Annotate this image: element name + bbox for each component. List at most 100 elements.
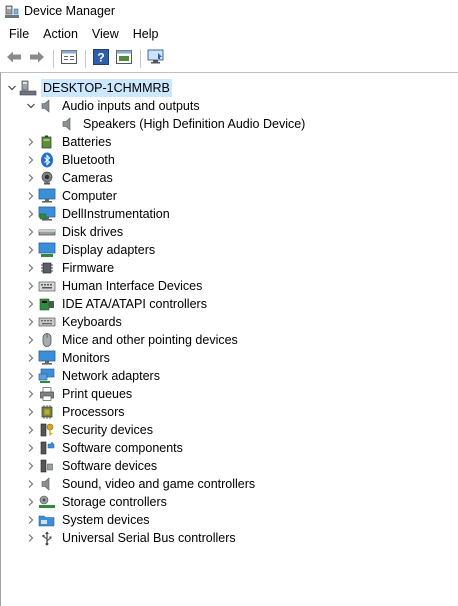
network-adapter-icon: [38, 367, 56, 385]
chevron-right-icon[interactable]: [24, 421, 38, 439]
tree-item-label: Speakers (High Definition Audio Device): [83, 117, 306, 131]
monitor-icon: [38, 187, 56, 205]
tree-item-software-devices[interactable]: Software devices: [24, 457, 159, 475]
tree-item-sound-video-game[interactable]: Sound, video and game controllers: [24, 475, 257, 493]
tree-item-label: Processors: [62, 405, 125, 419]
chevron-right-icon[interactable]: [24, 169, 38, 187]
tree-item-computer[interactable]: Computer: [24, 187, 119, 205]
tree-item-label: Software components: [62, 441, 183, 455]
toolbar-separator: [53, 49, 54, 68]
chevron-down-icon[interactable]: [5, 79, 19, 97]
tree-item-display-adapters[interactable]: Display adapters: [24, 241, 157, 259]
keyboard-icon: [38, 313, 56, 331]
tree-item-label: Audio inputs and outputs: [62, 99, 200, 113]
update-driver-button[interactable]: [113, 48, 135, 70]
scan-hardware-button[interactable]: [145, 48, 167, 70]
chevron-right-icon[interactable]: [24, 457, 38, 475]
properties-sheet-icon: [61, 50, 77, 67]
chevron-right-icon[interactable]: [24, 241, 38, 259]
back-button[interactable]: [3, 48, 25, 70]
tree-root[interactable]: DESKTOP-1CHMMRB: [5, 79, 172, 97]
chevron-right-icon[interactable]: [24, 151, 38, 169]
menu-file[interactable]: File: [0, 24, 36, 45]
tree-item-dellinstrumentation[interactable]: DellInstrumentation: [24, 205, 172, 223]
menu-bar: File Action View Help: [0, 24, 458, 45]
tree-item-label: Mice and other pointing devices: [62, 333, 238, 347]
chevron-right-icon[interactable]: [24, 493, 38, 511]
tree-item-label: Monitors: [62, 351, 110, 365]
chevron-right-icon[interactable]: [24, 367, 38, 385]
properties-button[interactable]: [58, 48, 80, 70]
chevron-right-icon[interactable]: [24, 295, 38, 313]
software-device-icon: [38, 457, 56, 475]
tree-item-bluetooth[interactable]: Bluetooth: [24, 151, 117, 169]
tree-item-batteries[interactable]: Batteries: [24, 133, 113, 151]
toolbar-separator: [85, 49, 86, 68]
chevron-right-icon[interactable]: [24, 187, 38, 205]
chevron-right-icon[interactable]: [24, 277, 38, 295]
tree-item-label: Sound, video and game controllers: [62, 477, 256, 491]
tree-item-monitors[interactable]: Monitors: [24, 349, 112, 367]
tree-item-software-components[interactable]: Software components: [24, 439, 185, 457]
chevron-right-icon[interactable]: [24, 511, 38, 529]
tree-item-label: Computer: [62, 189, 117, 203]
tree-item-label: Security devices: [62, 423, 154, 437]
tree-item-usb-controllers[interactable]: Universal Serial Bus controllers: [24, 529, 238, 547]
tree-item-label: Bluetooth: [62, 153, 115, 167]
display-adapter-icon: [38, 241, 56, 259]
tree-item-label: Firmware: [62, 261, 115, 275]
chevron-right-icon[interactable]: [24, 223, 38, 241]
tree-item-security-devices[interactable]: Security devices: [24, 421, 155, 439]
monitor-chip-icon: [38, 205, 56, 223]
chevron-right-icon[interactable]: [24, 529, 38, 547]
tree-item-cameras[interactable]: Cameras: [24, 169, 115, 187]
tree-item-label: Software devices: [62, 459, 158, 473]
usb-icon: [38, 529, 56, 547]
tree-item-mice[interactable]: Mice and other pointing devices: [24, 331, 240, 349]
tree-item-keyboards[interactable]: Keyboards: [24, 313, 124, 331]
chevron-right-icon[interactable]: [24, 331, 38, 349]
tree-item-label: Human Interface Devices: [62, 279, 203, 293]
chevron-right-icon[interactable]: [24, 439, 38, 457]
speaker-icon: [38, 475, 56, 493]
tree-item-label: Keyboards: [62, 315, 122, 329]
tree-root-label: DESKTOP-1CHMMRB: [41, 79, 172, 97]
chevron-right-icon[interactable]: [24, 313, 38, 331]
system-folder-icon: [38, 511, 56, 529]
help-icon: ?: [93, 49, 109, 68]
tree-item-storage-controllers[interactable]: Storage controllers: [24, 493, 169, 511]
menu-help[interactable]: Help: [126, 24, 166, 45]
tree-item-audio[interactable]: Audio inputs and outputs: [24, 97, 202, 115]
chevron-right-icon[interactable]: [24, 403, 38, 421]
camera-icon: [38, 169, 56, 187]
tree-item-disk-drives[interactable]: Disk drives: [24, 223, 125, 241]
chevron-right-icon[interactable]: [24, 259, 38, 277]
chevron-right-icon[interactable]: [24, 349, 38, 367]
help-button[interactable]: ?: [90, 48, 112, 70]
forward-arrow-icon: [29, 50, 45, 67]
tree-item-print-queues[interactable]: Print queues: [24, 385, 134, 403]
tree-item-processors[interactable]: Processors: [24, 403, 127, 421]
chevron-right-icon[interactable]: [24, 475, 38, 493]
tree-item-label: Batteries: [62, 135, 112, 149]
storage-controller-icon: [38, 493, 56, 511]
tree-item-firmware[interactable]: Firmware: [24, 259, 116, 277]
speaker-icon: [59, 115, 77, 133]
chevron-right-icon[interactable]: [24, 133, 38, 151]
device-tree: DESKTOP-1CHMMRB Audio inputs and outputs…: [0, 72, 458, 606]
tree-item-hid[interactable]: Human Interface Devices: [24, 277, 204, 295]
menu-action[interactable]: Action: [36, 24, 85, 45]
chevron-right-icon[interactable]: [24, 205, 38, 223]
forward-button[interactable]: [26, 48, 48, 70]
chevron-down-icon[interactable]: [24, 97, 38, 115]
monitor-scan-icon: [147, 49, 165, 68]
toolbar-separator: [140, 49, 141, 68]
tree-item-system-devices[interactable]: System devices: [24, 511, 152, 529]
tree-item-ide-ata[interactable]: IDE ATA/ATAPI controllers: [24, 295, 209, 313]
hid-keyboard-icon: [38, 277, 56, 295]
tree-item-network-adapters[interactable]: Network adapters: [24, 367, 162, 385]
tree-child-speakers[interactable]: Speakers (High Definition Audio Device): [59, 115, 307, 133]
tree-item-label: Cameras: [62, 171, 113, 185]
chevron-right-icon[interactable]: [24, 385, 38, 403]
menu-view[interactable]: View: [85, 24, 126, 45]
